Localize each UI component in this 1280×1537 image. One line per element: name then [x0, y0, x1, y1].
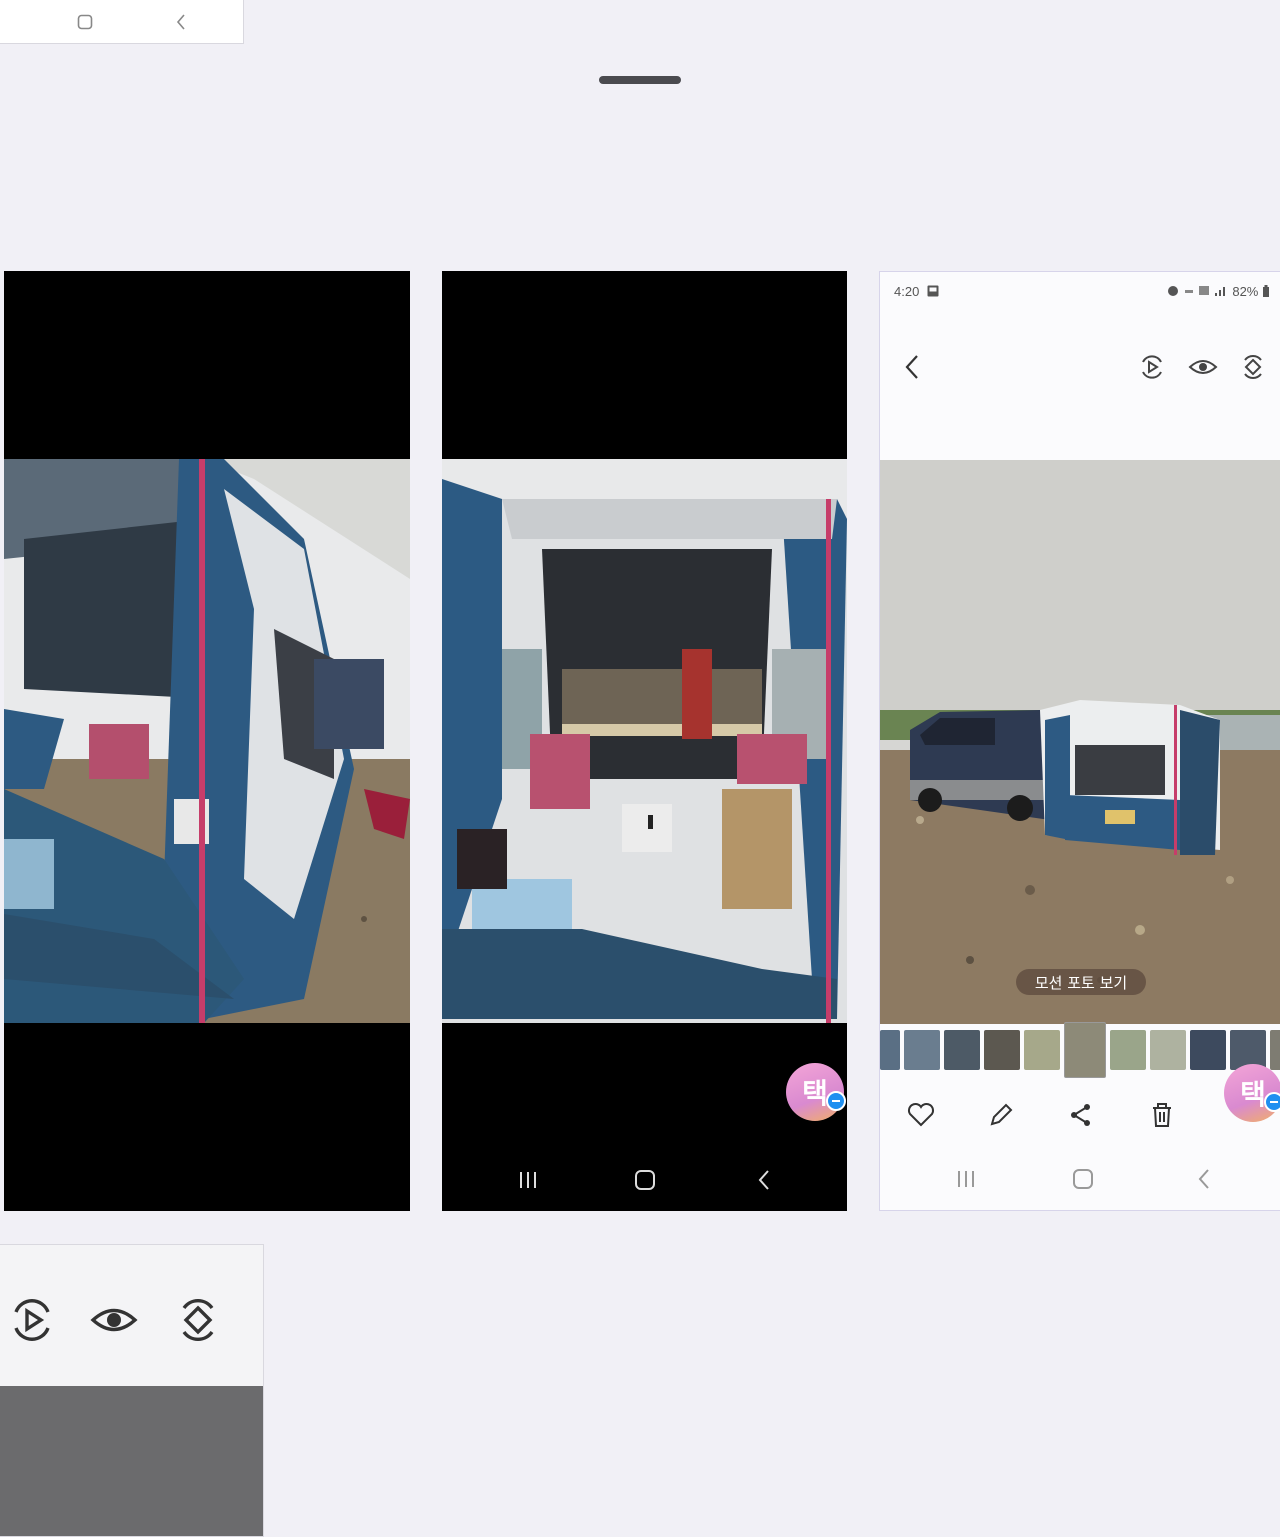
motion-photo-button[interactable]: 모션 포토 보기	[1016, 969, 1146, 995]
thumbnail-selected[interactable]	[1064, 1022, 1106, 1078]
home-square-icon[interactable]	[77, 14, 93, 30]
android-navigation-bar	[442, 1151, 847, 1211]
android-navigation-bar	[880, 1150, 1280, 1210]
status-time: 4:20	[894, 284, 939, 299]
motion-play-icon[interactable]	[10, 1298, 54, 1342]
eye-icon[interactable]	[1188, 356, 1218, 378]
thumbnail-filmstrip[interactable]	[880, 1022, 1280, 1078]
thumbnail[interactable]	[984, 1030, 1020, 1070]
thumbnail[interactable]	[1190, 1030, 1226, 1070]
gallery-notification-icon	[927, 285, 939, 297]
back-chevron-icon[interactable]	[175, 13, 187, 31]
pencil-icon[interactable]	[988, 1102, 1014, 1128]
trash-icon[interactable]	[1150, 1102, 1174, 1128]
drag-handle[interactable]	[599, 76, 681, 84]
thumbnail[interactable]	[904, 1030, 940, 1070]
tent-interior-left-photo	[4, 459, 410, 1023]
home-icon[interactable]	[1072, 1168, 1094, 1190]
photo-action-bar	[880, 1090, 1280, 1146]
motion-play-icon[interactable]	[1139, 354, 1165, 380]
eye-icon[interactable]	[90, 1303, 138, 1337]
van-with-tent-photo	[880, 460, 1280, 1024]
signal-icon	[1184, 286, 1225, 296]
partial-navigation-bar	[0, 0, 244, 44]
recents-icon[interactable]	[955, 1168, 977, 1190]
heart-icon[interactable]	[907, 1102, 935, 1128]
photo-preview-area	[0, 1386, 263, 1536]
recents-icon[interactable]	[517, 1169, 539, 1191]
battery-icon	[1263, 285, 1269, 297]
remove-tag-icon[interactable]	[1264, 1092, 1280, 1112]
status-icons: 82%	[1167, 284, 1270, 299]
rotate-icon[interactable]	[1240, 354, 1266, 380]
screenshot-card-1[interactable]	[4, 271, 410, 1211]
thumbnail[interactable]	[880, 1030, 900, 1070]
tag-avatar-letter: 택	[802, 1077, 828, 1110]
rotate-icon[interactable]	[176, 1298, 220, 1342]
thumbnail[interactable]	[1270, 1030, 1280, 1070]
back-icon[interactable]	[756, 1169, 772, 1191]
tent-interior-center-photo	[442, 459, 847, 1023]
share-icon[interactable]	[1069, 1102, 1093, 1128]
back-icon[interactable]	[1196, 1168, 1212, 1190]
thumbnail[interactable]	[1150, 1030, 1186, 1070]
screenshot-card-3[interactable]: 4:20 82% 모션 포토 보기 택	[879, 271, 1280, 1211]
thumbnail[interactable]	[944, 1030, 980, 1070]
tag-avatar-bubble[interactable]: 택	[786, 1063, 846, 1121]
battery-percent: 82%	[1232, 284, 1259, 299]
alarm-icon	[1168, 286, 1179, 296]
remove-tag-icon[interactable]	[826, 1091, 846, 1111]
partial-screenshot-toolbar	[0, 1244, 264, 1537]
back-arrow-icon[interactable]	[904, 354, 920, 380]
tag-avatar-letter: 택	[1240, 1078, 1266, 1111]
tag-avatar-bubble[interactable]: 택	[1224, 1064, 1280, 1122]
thumbnail[interactable]	[1024, 1030, 1060, 1070]
thumbnail[interactable]	[1110, 1030, 1146, 1070]
home-icon[interactable]	[634, 1169, 656, 1191]
screenshot-card-2[interactable]: 택	[442, 271, 847, 1211]
